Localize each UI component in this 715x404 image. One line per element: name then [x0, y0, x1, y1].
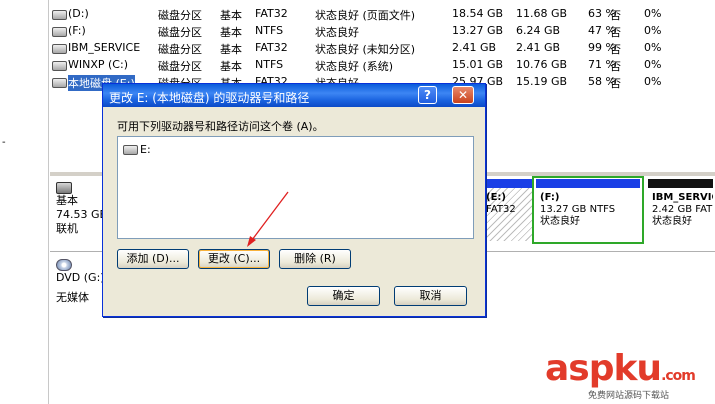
site-watermark: aspku.com 免费网站源码下载站 [545, 348, 715, 404]
annotation-arrow [247, 191, 289, 247]
watermark-tagline: 免费网站源码下载站 [588, 391, 670, 401]
arrow-head [247, 236, 256, 247]
watermark-brand: aspku.com [545, 348, 696, 389]
arrow-shaft [251, 191, 289, 241]
